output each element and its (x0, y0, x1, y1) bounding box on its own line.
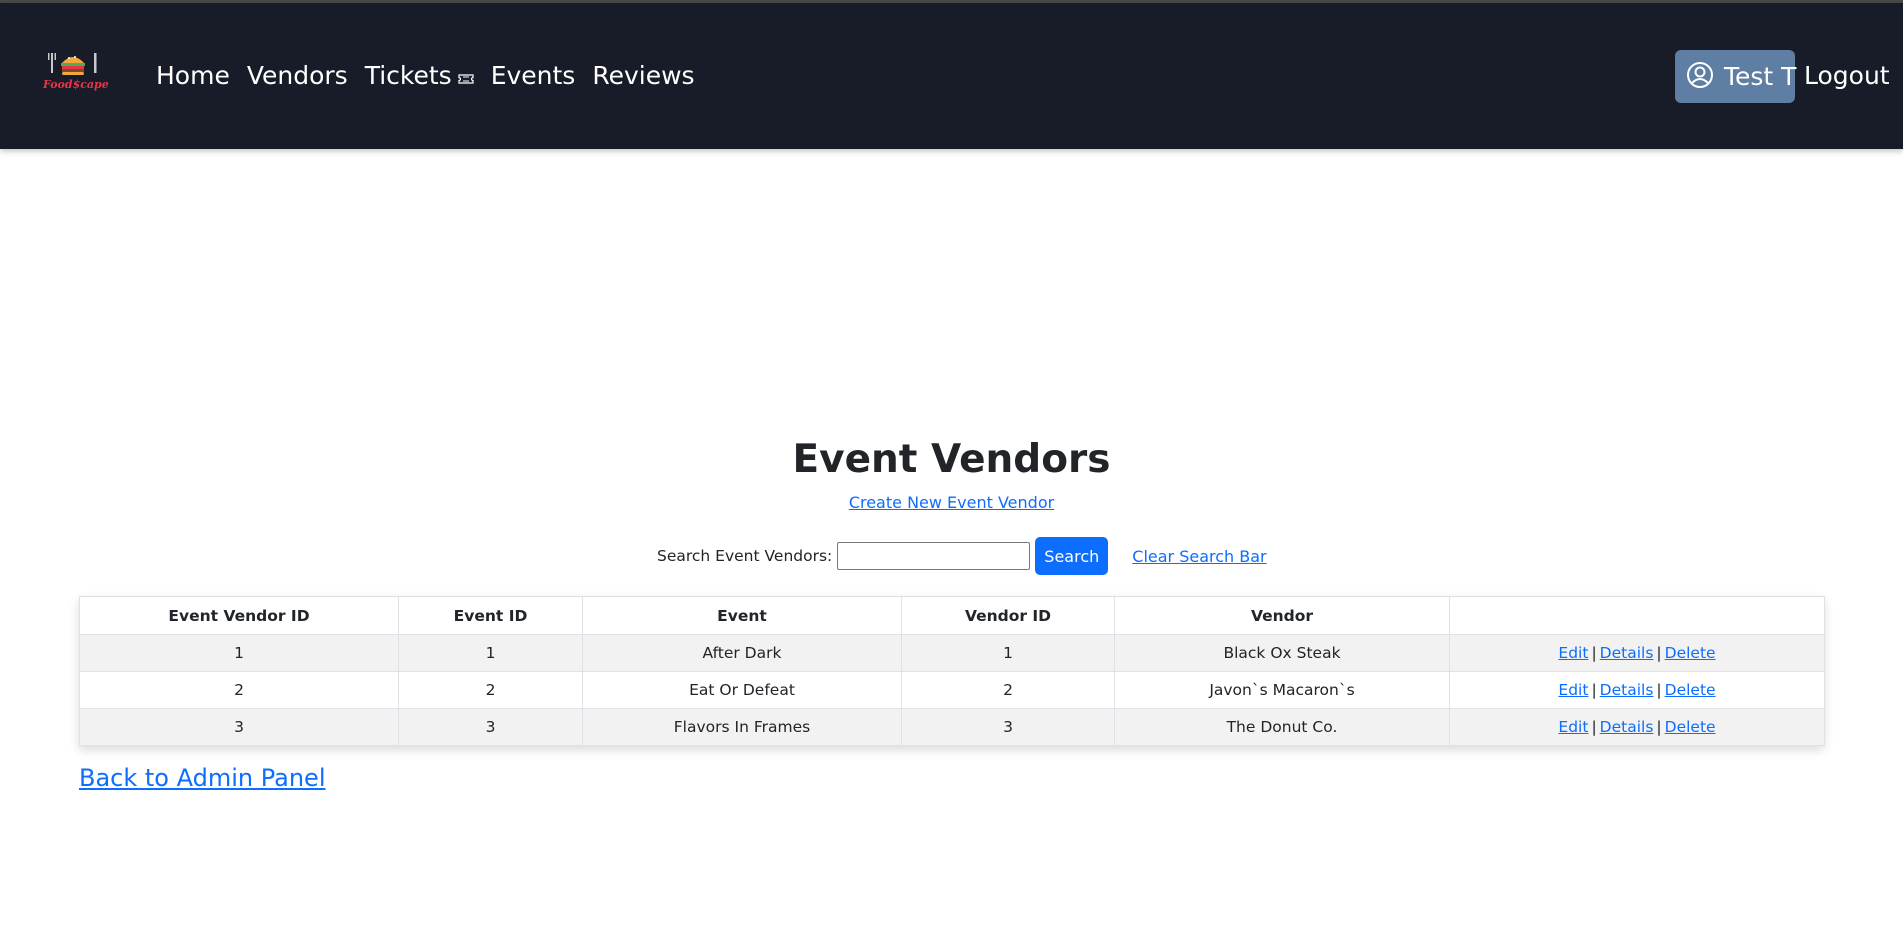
column-header: Event ID (398, 596, 583, 635)
cell-event-id: 3 (398, 708, 583, 746)
table-row: 2 2 Eat Or Defeat 2 Javon`s Macaron`s Ed… (79, 671, 1825, 709)
nav-reviews[interactable]: Reviews (592, 61, 694, 90)
burger-logo-icon (48, 53, 97, 75)
details-link[interactable]: Details (1600, 681, 1654, 699)
cell-event-vendor-id: 3 (79, 708, 399, 746)
nav-events[interactable]: Events (491, 61, 576, 90)
details-link[interactable]: Details (1600, 718, 1654, 736)
event-vendors-table: Event Vendor ID Event ID Event Vendor ID… (79, 596, 1825, 746)
separator: | (1656, 644, 1662, 662)
search-form: Search Event Vendors: Search Clear Searc… (657, 537, 1267, 575)
separator: | (1591, 644, 1597, 662)
cell-vendor-id: 1 (901, 634, 1115, 672)
nav-tickets-label: Tickets (364, 61, 452, 90)
separator: | (1591, 681, 1597, 699)
column-header: Event Vendor ID (79, 596, 399, 635)
user-name: Test T (1724, 62, 1797, 91)
site-logo[interactable]: Food$cape (40, 49, 109, 99)
table-header-row: Event Vendor ID Event ID Event Vendor ID… (79, 596, 1825, 635)
delete-link[interactable]: Delete (1665, 644, 1716, 662)
cell-event-id: 2 (398, 671, 583, 709)
column-header: Vendor (1114, 596, 1450, 635)
delete-link[interactable]: Delete (1665, 681, 1716, 699)
search-input[interactable] (837, 542, 1031, 570)
search-button[interactable]: Search (1035, 537, 1109, 575)
edit-link[interactable]: Edit (1558, 718, 1588, 736)
table-row: 3 3 Flavors In Frames 3 The Donut Co. Ed… (79, 708, 1825, 746)
column-header: Vendor ID (901, 596, 1115, 635)
user-menu-button[interactable]: Test T (1675, 50, 1797, 103)
separator: | (1591, 718, 1597, 736)
cell-vendor: Javon`s Macaron`s (1114, 671, 1450, 709)
create-link-container: Create New Event Vendor (0, 493, 1903, 513)
nav-home[interactable]: Home (156, 61, 230, 90)
cell-vendor: The Donut Co. (1114, 708, 1450, 746)
clear-search-link[interactable]: Clear Search Bar (1132, 547, 1266, 566)
cell-event: After Dark (582, 634, 902, 672)
cell-event: Eat Or Defeat (582, 671, 902, 709)
search-label: Search Event Vendors: (657, 547, 833, 565)
brand-name: Food$cape (43, 78, 109, 91)
column-header (1449, 596, 1825, 635)
cell-event-id: 1 (398, 634, 583, 672)
cell-vendor-id: 3 (901, 708, 1115, 746)
row-actions: Edit | Details | Delete (1449, 634, 1825, 672)
row-actions: Edit | Details | Delete (1449, 708, 1825, 746)
user-circle-icon (1686, 61, 1714, 93)
edit-link[interactable]: Edit (1558, 681, 1588, 699)
table-row: 1 1 After Dark 1 Black Ox Steak Edit | Det… (79, 634, 1825, 672)
nav-tickets[interactable]: Tickets (365, 61, 474, 90)
separator: | (1656, 681, 1662, 699)
ticket-icon (458, 61, 474, 90)
cell-vendor: Black Ox Steak (1114, 634, 1450, 672)
back-to-admin-panel-link[interactable]: Back to Admin Panel (79, 764, 325, 792)
cell-event-vendor-id: 2 (79, 671, 399, 709)
cell-event: Flavors In Frames (582, 708, 902, 746)
cell-vendor-id: 2 (901, 671, 1115, 709)
page-title: Event Vendors (792, 437, 1111, 482)
nav-links: Home Vendors Tickets Events Reviews (156, 61, 712, 90)
nav-vendors[interactable]: Vendors (247, 61, 348, 90)
details-link[interactable]: Details (1600, 644, 1654, 662)
cell-event-vendor-id: 1 (79, 634, 399, 672)
navbar: Food$cape Home Vendors Tickets Events Re… (0, 3, 1903, 149)
create-event-vendor-link[interactable]: Create New Event Vendor (849, 493, 1054, 512)
separator: | (1656, 718, 1662, 736)
row-actions: Edit | Details | Delete (1449, 671, 1825, 709)
event-vendors-table-container: Event Vendor ID Event ID Event Vendor ID… (79, 596, 1825, 746)
edit-link[interactable]: Edit (1558, 644, 1588, 662)
column-header: Event (582, 596, 902, 635)
delete-link[interactable]: Delete (1665, 718, 1716, 736)
logout-link[interactable]: Logout (1804, 61, 1890, 90)
